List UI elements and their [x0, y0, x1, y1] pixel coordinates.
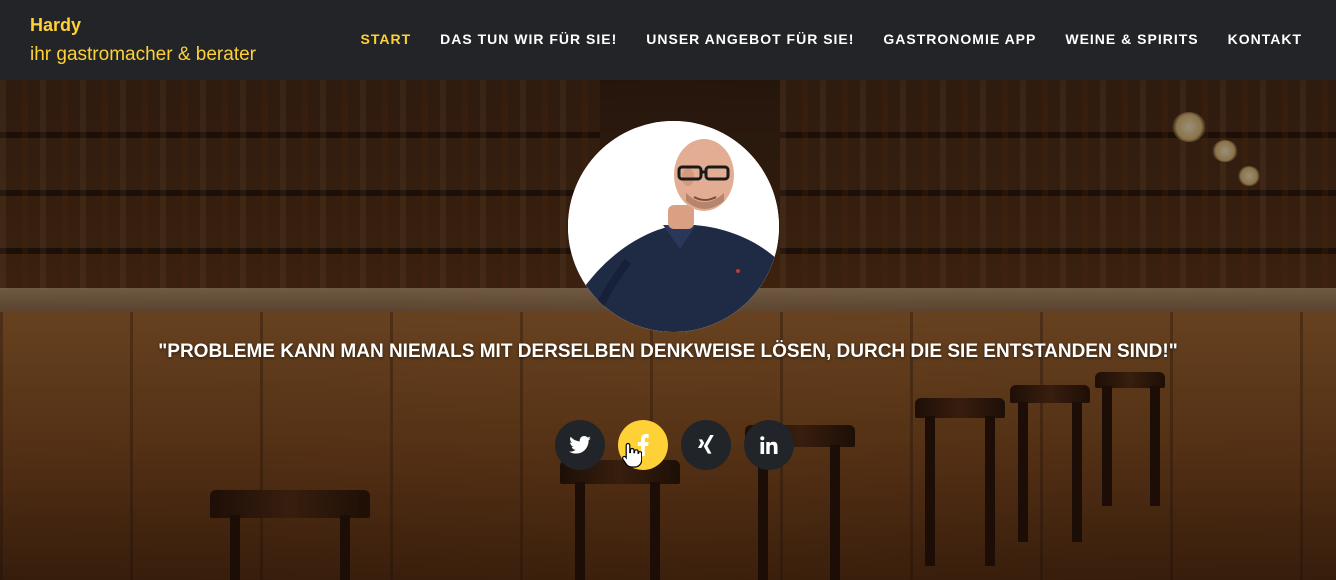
main-nav: START DAS TUN WIR FÜR SIE! UNSER ANGEBOT… — [332, 30, 1302, 48]
nav-item-contact[interactable]: KONTAKT — [1228, 30, 1302, 48]
person-portrait-icon — [568, 121, 779, 332]
nav-item-services[interactable]: DAS TUN WIR FÜR SIE! — [440, 30, 617, 48]
linkedin-icon — [760, 436, 778, 454]
brand-link[interactable]: Hardy ihr gastromacher & berater — [30, 13, 256, 69]
nav-item-gastronomy-app[interactable]: GASTRONOMIE APP — [883, 30, 1036, 48]
twitter-button[interactable] — [555, 420, 605, 470]
hero-quote: "PROBLEME KANN MAN NIEMALS MIT DERSELBEN… — [158, 341, 1178, 362]
nav-item-offer[interactable]: UNSER ANGEBOT FÜR SIE! — [646, 30, 854, 48]
profile-avatar — [568, 121, 779, 332]
xing-button[interactable] — [681, 420, 731, 470]
nav-item-start[interactable]: START — [361, 30, 412, 48]
linkedin-button[interactable] — [744, 420, 794, 470]
hand-cursor-icon — [622, 442, 642, 468]
twitter-icon — [569, 436, 591, 454]
brand-tagline: ihr gastromacher & berater — [30, 44, 256, 65]
xing-icon — [698, 435, 714, 454]
social-links — [555, 420, 794, 470]
nav-item-wines-spirits[interactable]: WEINE & SPIRITS — [1065, 30, 1198, 48]
navbar: Hardy ihr gastromacher & berater START D… — [0, 0, 1336, 80]
brand-name: Hardy — [30, 15, 82, 35]
